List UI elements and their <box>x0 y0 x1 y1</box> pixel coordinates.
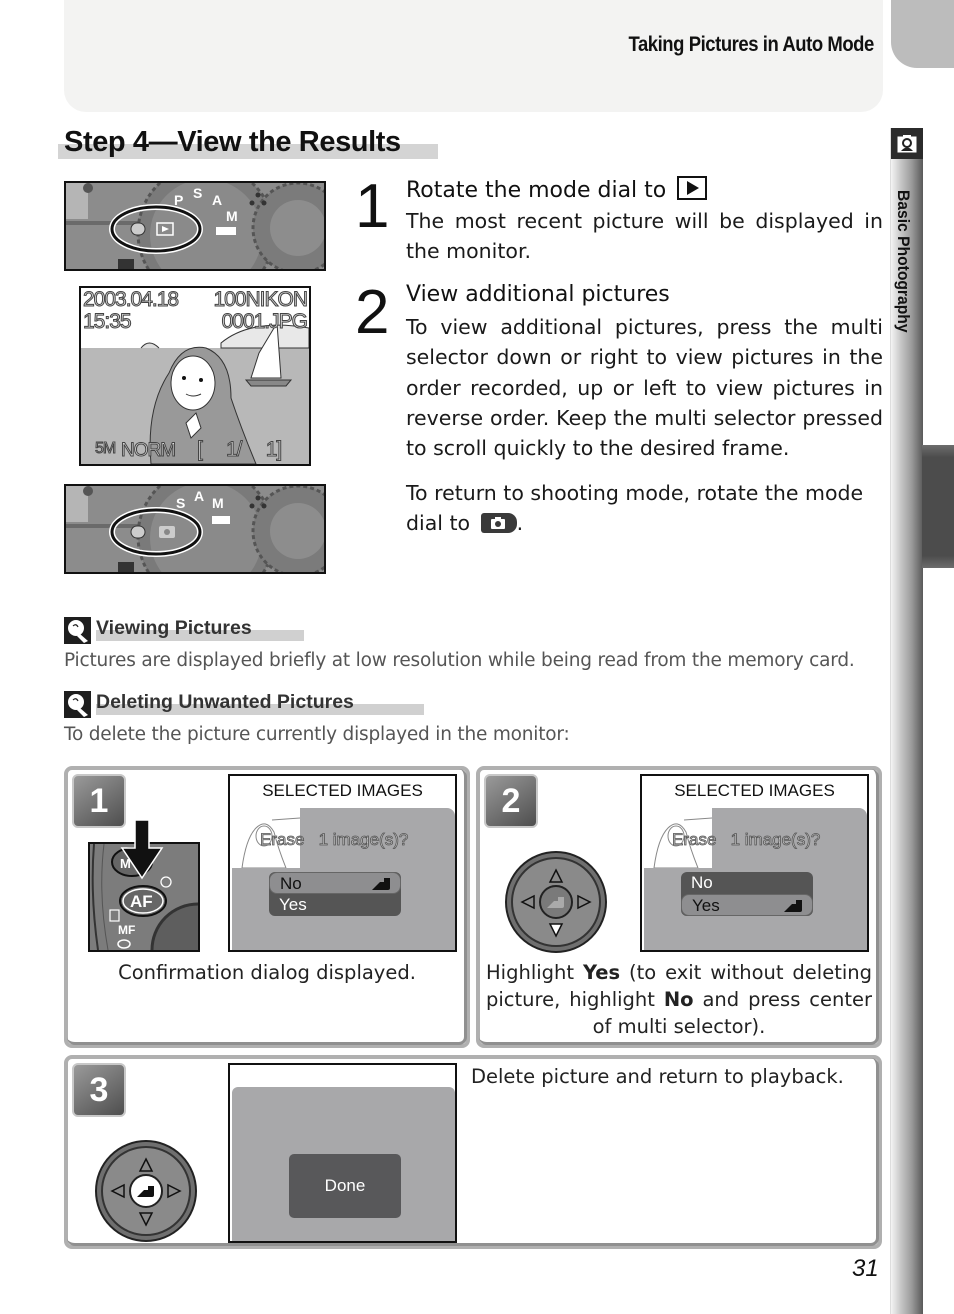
erase-confirm-screen: SELECTED IMAGES Erase 1 image(s)? No Yes <box>228 774 457 952</box>
confirm-menu: No Yes <box>269 872 401 916</box>
menu-option-no[interactable]: No <box>681 872 813 894</box>
lcd-frame-count: [ 1/ 1] <box>196 438 282 462</box>
mode-dial-playback-figure: P S A M <box>64 181 326 271</box>
af-button-label: AF <box>130 892 153 911</box>
enter-icon <box>372 878 390 890</box>
svg-text:S: S <box>176 495 185 511</box>
lcd-date: 2003.04.18 <box>82 288 179 312</box>
mf-label: MF <box>118 923 135 937</box>
delete-step-panel-3: 3 Done Delete picture and return to play… <box>64 1055 882 1249</box>
lcd-file: 0001.JPG <box>221 310 308 334</box>
confirm-menu: No Yes <box>681 872 813 916</box>
screen-title: SELECTED IMAGES <box>262 781 423 800</box>
side-thumb-tab <box>922 445 954 568</box>
camera-mode-icon <box>480 513 517 534</box>
erase-question: Erase 1 image(s)? <box>260 830 409 850</box>
multi-selector-down-icon[interactable] <box>504 850 608 954</box>
svg-text:M: M <box>212 495 224 511</box>
press-down-arrow-icon <box>120 819 164 880</box>
panel-caption: Confirmation dialog displayed. <box>118 961 416 984</box>
done-button[interactable]: Done <box>289 1154 401 1218</box>
tip-icon <box>64 691 91 718</box>
lcd-folder: 100NIKON <box>213 288 309 312</box>
panel-caption: Highlight Yes (to exit without deleting … <box>486 961 873 1038</box>
multi-selector-center-icon[interactable] <box>94 1139 198 1243</box>
screen-title: SELECTED IMAGES <box>674 781 835 800</box>
tip-icon <box>64 617 91 644</box>
delete-step-panel-2: 2 SELECTED IMAGES Erase 1 image(s)? No Y… <box>476 766 882 1048</box>
lcd-image-size: 5M <box>94 440 116 458</box>
side-tab-label: Basic Photography <box>894 190 913 333</box>
svg-text:S: S <box>193 185 202 201</box>
step-number: 1 <box>355 172 390 241</box>
erase-confirm-screen: SELECTED IMAGES Erase 1 image(s)? No Yes <box>640 774 869 952</box>
delete-step-panel-1: 1 M AF MF SELECTED IMAGES Erase 1 image(… <box>64 766 470 1048</box>
return-text: To return to shooting mode, rotate the m… <box>406 481 864 536</box>
lcd-time: 15:35 <box>83 310 133 334</box>
step-heading: Rotate the mode dial to <box>406 176 708 203</box>
done-screen: Done <box>228 1063 457 1243</box>
panel-caption: Delete picture and return to playback. <box>471 1065 844 1088</box>
step-heading: View additional pictures <box>406 282 670 307</box>
svg-text:M: M <box>226 208 238 224</box>
step-badge: 2 <box>484 774 538 828</box>
tip-title: Viewing Pictures <box>96 617 252 639</box>
step-text: The most recent picture will be displaye… <box>406 209 883 264</box>
monitor-playback-figure: 2003.04.18 15:35 100NIKON 0001.JPG 5M NO… <box>79 286 311 466</box>
step-heading-text: Rotate the mode dial to <box>406 178 667 203</box>
svg-text:A: A <box>212 192 222 208</box>
playback-icon <box>677 176 708 200</box>
erase-question: Erase 1 image(s)? <box>672 830 821 850</box>
running-head: Taking Pictures in Auto Mode <box>628 33 875 56</box>
menu-option-yes[interactable]: Yes <box>681 894 813 916</box>
section-title: Step 4—View the Results <box>64 126 401 158</box>
tip-title: Deleting Unwanted Pictures <box>96 691 354 713</box>
step-badge: 1 <box>72 774 126 828</box>
tip-text: Pictures are displayed briefly at low re… <box>64 650 855 671</box>
lcd-quality: NORM <box>120 440 176 462</box>
step-text-return: To return to shooting mode, rotate the m… <box>406 481 864 536</box>
step-badge: 3 <box>72 1063 126 1117</box>
enter-icon <box>784 900 802 912</box>
mode-dial-auto-figure: S A M <box>64 484 326 574</box>
svg-text:P: P <box>174 192 183 208</box>
top-tab <box>891 0 954 68</box>
step-text: To view additional pictures, press the m… <box>406 315 883 461</box>
tip-text: To delete the picture currently displaye… <box>64 724 570 745</box>
svg-text:A: A <box>194 488 204 504</box>
page-number: 31 <box>852 1255 879 1282</box>
camera-icon <box>891 128 923 159</box>
menu-option-no[interactable]: No <box>269 872 401 894</box>
step-number: 2 <box>355 278 390 347</box>
menu-option-yes[interactable]: Yes <box>269 894 401 916</box>
